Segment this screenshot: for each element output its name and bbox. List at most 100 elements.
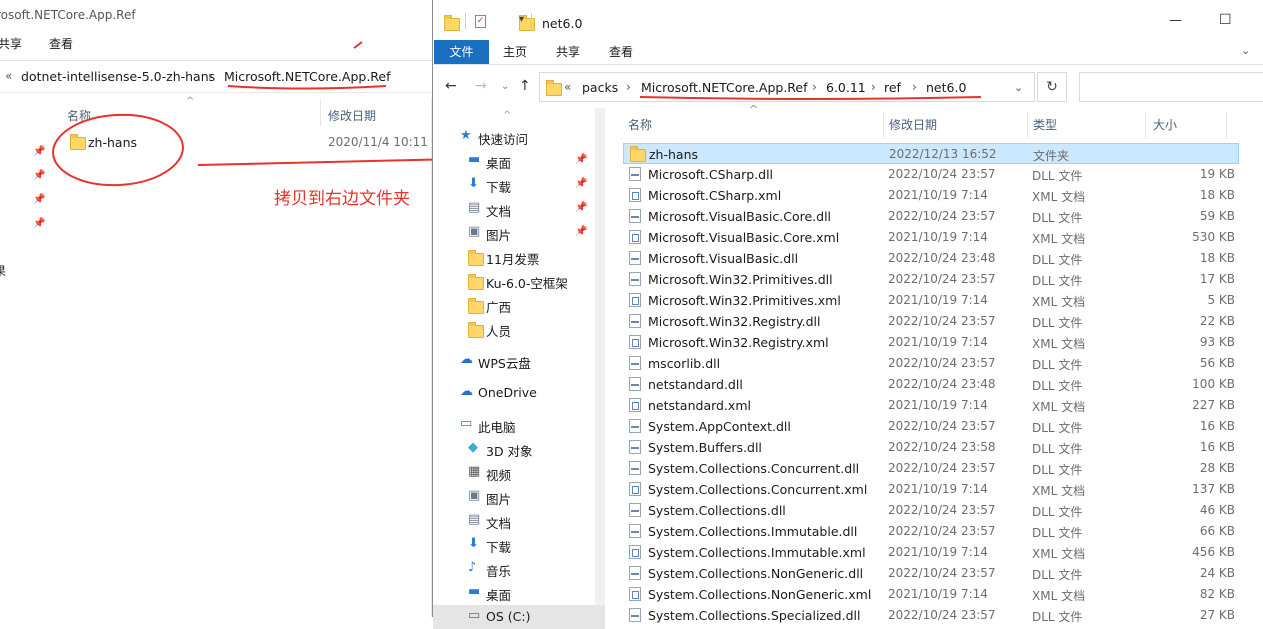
file-row[interactable]: Microsoft.Win32.Primitives.dll 2022/10/24… bbox=[623, 269, 1239, 290]
file-date: 2022/10/24 23:57 bbox=[888, 314, 996, 328]
col-header-date[interactable]: 修改日期 bbox=[889, 116, 937, 133]
file-row[interactable]: netstandard.xml 2021/10/19 7:14 XML 文档 227 … bbox=[623, 395, 1239, 416]
recent-dropdown-icon[interactable]: ⌄ bbox=[501, 81, 509, 92]
file-name: System.Collections.Concurrent.dll bbox=[648, 461, 860, 476]
back-arrow-icon[interactable]: ← bbox=[445, 78, 457, 94]
file-row[interactable]: System.Collections.dll 2022/10/24 23:57 DL… bbox=[623, 500, 1239, 521]
nav-scroll-up-icon[interactable]: ^ bbox=[503, 110, 511, 121]
file-row[interactable]: System.Collections.NonGeneric.dll 2022/10… bbox=[623, 563, 1239, 584]
crumb-microsoft-netcore[interactable]: Microsoft.NETCore.App.Ref bbox=[641, 80, 808, 95]
file-row[interactable]: System.AppContext.dll 2022/10/24 23:57 DLL… bbox=[623, 416, 1239, 437]
file-row[interactable]: Microsoft.Win32.Primitives.xml 2021/10/19… bbox=[623, 290, 1239, 311]
col-divider[interactable] bbox=[1027, 112, 1028, 138]
file-row[interactable]: Microsoft.CSharp.dll 2022/10/24 23:57 DLL … bbox=[623, 164, 1239, 185]
nav-item[interactable]: 人员 bbox=[433, 317, 605, 341]
search-input[interactable] bbox=[1079, 72, 1263, 102]
nav-item[interactable]: ♪ 音乐 bbox=[433, 557, 605, 581]
crumb-separator-icon[interactable]: › bbox=[626, 80, 631, 94]
file-row[interactable]: System.Collections.Immutable.xml 2021/10/… bbox=[623, 542, 1239, 563]
nav-item[interactable]: ▭ 此电脑 bbox=[433, 413, 605, 437]
pin-icon[interactable]: 📌 bbox=[33, 218, 45, 229]
pin-icon[interactable]: 📌 bbox=[575, 202, 587, 213]
nav-item[interactable]: ▣ 图片 📌 bbox=[433, 221, 605, 245]
file-row[interactable]: System.Collections.Immutable.dll 2022/10/… bbox=[623, 521, 1239, 542]
file-date: 2021/10/19 7:14 bbox=[888, 587, 988, 601]
nav-item[interactable]: 11月发票 bbox=[433, 245, 605, 269]
nav-item[interactable]: ▦ 视频 bbox=[433, 461, 605, 485]
nav-item[interactable]: ▣ 图片 bbox=[433, 485, 605, 509]
tab-share[interactable]: 共享 bbox=[546, 40, 590, 64]
col-divider[interactable] bbox=[883, 112, 884, 138]
file-row[interactable]: System.Collections.Specialized.dll 2022/1… bbox=[623, 605, 1239, 626]
up-arrow-icon[interactable]: ↑ bbox=[519, 78, 531, 94]
dll-file-icon bbox=[629, 440, 641, 454]
crumb-separator-icon[interactable]: › bbox=[912, 80, 917, 94]
crumb-net6[interactable]: net6.0 bbox=[926, 80, 966, 95]
file-row[interactable]: Microsoft.Win32.Registry.xml 2021/10/19 7… bbox=[623, 332, 1239, 353]
file-row[interactable]: System.Collections.Concurrent.xml 2021/10… bbox=[623, 479, 1239, 500]
file-size: 5 KB bbox=[1207, 293, 1235, 307]
nav-item[interactable]: ▬ 桌面 📌 bbox=[433, 149, 605, 173]
nav-item[interactable]: ☁ OneDrive bbox=[433, 381, 605, 405]
pin-icon[interactable]: 📌 bbox=[575, 154, 587, 165]
file-row[interactable]: System.Buffers.dll 2022/10/24 23:58 DLL 文件… bbox=[623, 437, 1239, 458]
forward-arrow-icon[interactable]: → bbox=[475, 78, 487, 94]
nav-item-label: 下载 bbox=[486, 180, 512, 195]
nav-item[interactable]: ▤ 文档 📌 bbox=[433, 197, 605, 221]
file-row[interactable]: netstandard.dll 2022/10/24 23:48 DLL 文件 100… bbox=[623, 374, 1239, 395]
nav-item-label: 快速访问 bbox=[478, 132, 529, 147]
crumb-separator-icon[interactable]: › bbox=[812, 80, 817, 94]
file-row[interactable]: Microsoft.VisualBasic.Core.xml 2021/10/19… bbox=[623, 227, 1239, 248]
file-row[interactable]: mscorlib.dll 2022/10/24 23:57 DLL 文件 56 KB bbox=[623, 353, 1239, 374]
nav-item[interactable]: ☁ WPS云盘 bbox=[433, 349, 605, 373]
file-row[interactable]: Microsoft.VisualBasic.Core.dll 2022/10/24… bbox=[623, 206, 1239, 227]
file-name: Microsoft.CSharp.xml bbox=[648, 188, 782, 203]
properties-icon[interactable]: ✓ bbox=[475, 15, 486, 28]
crumb-packs[interactable]: packs bbox=[582, 80, 618, 95]
tab-file[interactable]: 文件 bbox=[434, 40, 489, 64]
col-header-size[interactable]: 大小 bbox=[1153, 116, 1177, 133]
pin-icon[interactable]: 📌 bbox=[575, 178, 587, 189]
nav-item[interactable]: ⬇ 下载 📌 bbox=[433, 173, 605, 197]
back-nav-stub[interactable]: 果 bbox=[0, 262, 6, 279]
nav-item[interactable]: 广西 bbox=[433, 293, 605, 317]
ribbon-expand-icon[interactable]: ⌄ bbox=[1241, 44, 1250, 57]
refresh-icon[interactable]: ↻ bbox=[1037, 72, 1067, 102]
overflow-chevron-icon[interactable]: « bbox=[564, 80, 571, 94]
tab-view[interactable]: 查看 bbox=[599, 40, 643, 64]
xml-file-icon bbox=[629, 545, 641, 559]
file-row[interactable]: Microsoft.CSharp.xml 2021/10/19 7:14 XML 文… bbox=[623, 185, 1239, 206]
nav-item[interactable]: Ku-6.0-空框架 bbox=[433, 269, 605, 293]
address-bar[interactable]: « packs › Microsoft.NETCore.App.Ref › 6.… bbox=[539, 72, 1035, 102]
front-titlebar[interactable]: ✓ ▾ net6.0 — ☐ bbox=[433, 0, 1263, 40]
nav-item[interactable]: ▭ OS (C:) bbox=[433, 605, 605, 629]
pin-icon[interactable]: 📌 bbox=[575, 226, 587, 237]
file-row[interactable]: Microsoft.VisualBasic.dll 2022/10/24 23:4… bbox=[623, 248, 1239, 269]
maximize-button[interactable]: ☐ bbox=[1219, 12, 1232, 28]
desktop-icon: ▬ bbox=[468, 152, 481, 167]
col-header-name[interactable]: 名称 bbox=[628, 116, 652, 133]
xml-file-icon bbox=[629, 398, 641, 412]
file-row[interactable]: Microsoft.Win32.Registry.dll 2022/10/24 2… bbox=[623, 311, 1239, 332]
col-divider[interactable] bbox=[1145, 112, 1146, 138]
file-date: 2021/10/19 7:14 bbox=[888, 398, 988, 412]
file-row[interactable]: System.Collections.Concurrent.dll 2022/10… bbox=[623, 458, 1239, 479]
nav-item[interactable]: ★ 快速访问 bbox=[433, 125, 605, 149]
qat-dropdown-icon[interactable]: ▾ bbox=[519, 14, 524, 25]
file-row[interactable]: zh-hans 2022/12/13 16:52 文件夹 bbox=[623, 143, 1239, 164]
col-header-type[interactable]: 类型 bbox=[1033, 116, 1057, 133]
file-date: 2022/10/24 23:58 bbox=[888, 440, 996, 454]
crumb-version[interactable]: 6.0.11 bbox=[826, 80, 866, 95]
ribbon-divider bbox=[433, 64, 1263, 65]
nav-item[interactable]: ⬇ 下载 bbox=[433, 533, 605, 557]
address-dropdown-icon[interactable]: ⌄ bbox=[1014, 81, 1023, 94]
file-row[interactable]: System.Collections.NonGeneric.xml 2021/10… bbox=[623, 584, 1239, 605]
nav-item[interactable]: ▤ 文档 bbox=[433, 509, 605, 533]
nav-item[interactable]: ▬ 桌面 bbox=[433, 581, 605, 605]
col-divider[interactable] bbox=[1226, 112, 1227, 138]
crumb-separator-icon[interactable]: › bbox=[871, 80, 876, 94]
minimize-button[interactable]: — bbox=[1169, 13, 1182, 28]
nav-item[interactable]: ◆ 3D 对象 bbox=[433, 437, 605, 461]
crumb-ref[interactable]: ref bbox=[884, 80, 901, 95]
tab-home[interactable]: 主页 bbox=[493, 40, 537, 64]
